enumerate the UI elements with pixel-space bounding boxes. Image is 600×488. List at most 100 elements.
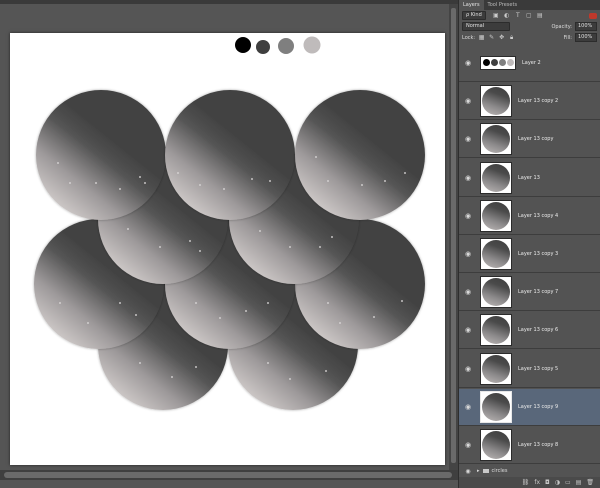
- group-row[interactable]: ◉ ▸ circles: [459, 467, 600, 475]
- eye-icon[interactable]: ◉: [459, 97, 477, 105]
- new-group-icon[interactable]: ▭: [565, 479, 571, 486]
- layer-name[interactable]: Layer 13 copy 3: [518, 251, 558, 257]
- layer-row[interactable]: ◉ Layer 13 copy 5: [459, 351, 600, 388]
- thumbnail-circle: [482, 240, 510, 268]
- eye-icon[interactable]: ◉: [459, 250, 477, 258]
- panel-footer: ⛓ fx ◘ ◑ ▭ ▤ 🗑︎: [459, 477, 600, 488]
- adjustment-filter-icon[interactable]: ◐: [503, 12, 511, 19]
- kind-filter-dropdown[interactable]: ρ Kind: [462, 11, 486, 20]
- folder-icon: [482, 469, 489, 473]
- eye-icon[interactable]: ◉: [459, 326, 477, 334]
- lock-label: Lock:: [462, 34, 476, 41]
- swatch-black: [235, 37, 251, 53]
- circle-1: [165, 90, 295, 220]
- link-layers-icon[interactable]: ⛓: [522, 479, 530, 486]
- eye-icon[interactable]: ◉: [459, 59, 477, 67]
- swatch-dot: [483, 59, 490, 66]
- thumbnail-circle: [482, 392, 510, 421]
- layer-row[interactable]: ◉ Layer 13 copy 4: [459, 198, 600, 235]
- fx-icon[interactable]: fx: [534, 479, 540, 486]
- eye-icon[interactable]: ◉: [459, 403, 477, 411]
- layer-row[interactable]: ◉ Layer 2: [459, 45, 600, 82]
- thumbnail-circle: [482, 87, 510, 116]
- vertical-scroll-thumb[interactable]: [451, 8, 456, 463]
- layer-thumbnail: [480, 85, 512, 118]
- type-filter-icon[interactable]: T: [514, 12, 522, 19]
- layer-thumbnail: [480, 56, 516, 70]
- lock-transparent-icon[interactable]: ▦: [478, 34, 485, 42]
- eye-icon[interactable]: ◉: [459, 365, 477, 373]
- blend-mode-dropdown[interactable]: Normal: [462, 22, 510, 31]
- filter-row: ρ Kind ▣ ◐ T ▢ ▤: [459, 10, 600, 21]
- opacity-field[interactable]: 100%: [575, 22, 597, 31]
- tab-layers[interactable]: Layers: [459, 0, 484, 10]
- adjustment-layer-icon[interactable]: ◑: [555, 479, 560, 486]
- lock-image-icon[interactable]: ✎: [488, 34, 495, 42]
- layer-list: ◉ Layer 2 ◉ Layer 13 copy 2 ◉ Layer 13 copy ◉ L…: [459, 45, 600, 467]
- lock-all-icon[interactable]: 🔒︎: [508, 34, 515, 42]
- panel-tabs: Layers Tool Presets: [459, 0, 600, 10]
- layer-thumbnail: [480, 238, 512, 270]
- layer-row[interactable]: ◉ Layer 13 copy 2: [459, 83, 600, 121]
- options-bar-edge: [0, 0, 458, 4]
- layer-name[interactable]: Layer 13 copy 4: [518, 213, 558, 219]
- layer-name[interactable]: Layer 13 copy 6: [518, 327, 558, 333]
- layer-name[interactable]: Layer 13 copy 2: [518, 98, 558, 104]
- swatch-light-gray: [303, 36, 321, 54]
- layer-name[interactable]: Layer 13 copy 5: [518, 366, 558, 372]
- eye-icon[interactable]: ◉: [459, 212, 477, 220]
- fill-field[interactable]: 100%: [575, 33, 597, 42]
- thumbnail-circle: [482, 354, 510, 383]
- layer-name[interactable]: Layer 13 copy 8: [518, 442, 558, 448]
- layer-name[interactable]: Layer 13 copy 9: [518, 404, 558, 410]
- layer-row[interactable]: ◉ Layer 13: [459, 160, 600, 197]
- swatch-dot: [507, 59, 514, 66]
- layer-name[interactable]: Layer 13: [518, 175, 540, 181]
- layer-thumbnail: [480, 429, 512, 461]
- swatch-mid-gray: [278, 38, 294, 54]
- layer-row[interactable]: ◉ Layer 13 copy 6: [459, 312, 600, 350]
- disclosure-arrow-icon[interactable]: ▸: [477, 468, 480, 474]
- add-mask-icon[interactable]: ◘: [545, 479, 550, 486]
- trash-icon[interactable]: 🗑︎: [586, 479, 594, 486]
- fill-label: Fill:: [563, 34, 572, 41]
- layer-row[interactable]: ◉ Layer 13 copy 8: [459, 427, 600, 464]
- layer-thumbnail: [480, 276, 512, 309]
- lock-row: Lock: ▦ ✎ ✥ 🔒︎ Fill: 100%: [459, 32, 600, 43]
- circle-0: [36, 90, 166, 220]
- layer-name[interactable]: Layer 13 copy 7: [518, 289, 558, 295]
- layer-thumbnail: [480, 390, 512, 423]
- layer-row[interactable]: ◉ Layer 13 copy 3: [459, 236, 600, 273]
- layer-thumbnail: [480, 123, 512, 156]
- layer-row[interactable]: ◉ Layer 13 copy 7: [459, 274, 600, 312]
- filter-toggle[interactable]: [589, 12, 597, 19]
- pixel-filter-icon[interactable]: ▣: [492, 12, 500, 19]
- layer-name[interactable]: Layer 13 copy: [518, 136, 553, 142]
- layer-row[interactable]: ◉ Layer 13 copy: [459, 121, 600, 159]
- layer-thumbnail: [480, 161, 512, 194]
- layer-thumbnail: [480, 352, 512, 385]
- layer-name[interactable]: Layer 2: [522, 60, 541, 66]
- shape-filter-icon[interactable]: ▢: [525, 12, 533, 19]
- blend-row: Normal Opacity: 100%: [459, 21, 600, 32]
- thumbnail-circle: [482, 431, 510, 459]
- horizontal-scroll-thumb[interactable]: [4, 472, 452, 478]
- eye-icon[interactable]: ◉: [459, 135, 477, 143]
- layers-panel: Layers Tool Presets ρ Kind ▣ ◐ T ▢ ▤ Nor…: [458, 0, 600, 488]
- thumbnail-circle: [482, 316, 510, 345]
- new-layer-icon[interactable]: ▤: [576, 479, 582, 486]
- eye-icon[interactable]: ◉: [459, 468, 477, 475]
- layer-row[interactable]: ◉ Layer 13 copy 9: [459, 388, 600, 426]
- circle-2: [295, 90, 425, 220]
- eye-icon[interactable]: ◉: [459, 174, 477, 182]
- eye-icon[interactable]: ◉: [459, 441, 477, 449]
- eye-icon[interactable]: ◉: [459, 288, 477, 296]
- swatch-dark-gray: [256, 40, 270, 54]
- smart-object-filter-icon[interactable]: ▤: [536, 12, 544, 19]
- group-name: circles: [491, 468, 508, 474]
- thumbnail-circle: [482, 125, 510, 154]
- lock-position-icon[interactable]: ✥: [498, 34, 505, 42]
- opacity-label: Opacity:: [551, 23, 572, 30]
- tab-tool-presets[interactable]: Tool Presets: [484, 0, 522, 10]
- thumbnail-circle: [482, 278, 510, 307]
